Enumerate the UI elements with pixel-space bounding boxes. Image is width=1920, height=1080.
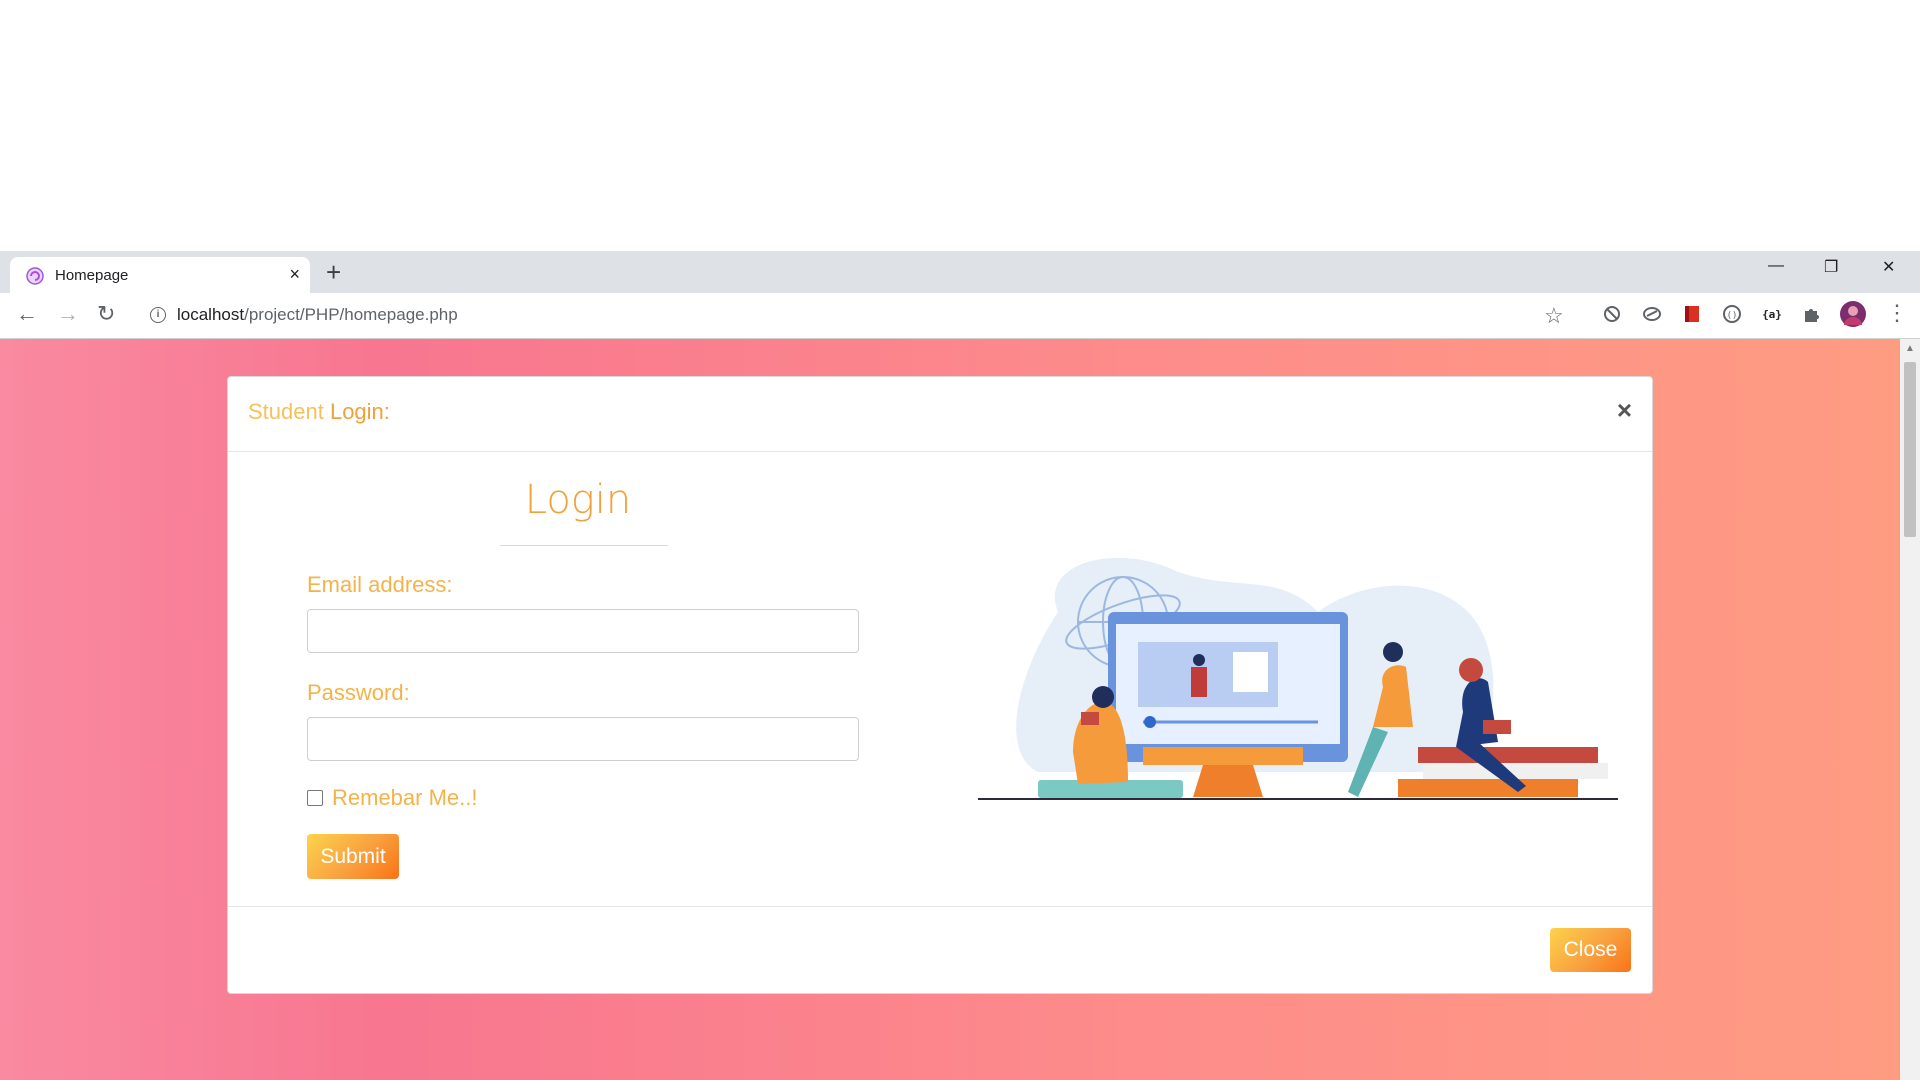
tab-close-icon[interactable]: × [289,264,300,284]
login-heading: Login [524,477,632,523]
bookmark-extension-icon[interactable] [1681,303,1703,325]
address-bar[interactable]: i localhost/project/PHP/homepage.php ☆ [134,297,1584,333]
site-favicon-icon [26,267,44,285]
restore-button[interactable]: ❐ [1824,257,1838,277]
modal-title-student: Student [248,399,324,424]
email-field[interactable] [307,609,859,653]
json-extension-icon[interactable]: {a} [1761,303,1783,325]
tab-homepage[interactable]: Homepage × [10,257,310,293]
code-extension-icon[interactable]: () [1721,303,1743,325]
minimize-button[interactable]: — [1768,257,1784,275]
reload-button[interactable]: ↻ [97,302,115,326]
site-info-icon[interactable]: i [150,307,166,323]
heading-divider [500,545,668,546]
svg-text:(): () [1727,311,1738,321]
menu-kebab-icon[interactable]: ⋮ [1886,301,1908,325]
puzzle-icon[interactable] [1801,303,1823,325]
scroll-thumb[interactable] [1904,362,1916,537]
browser-toolbar: ← → ↻ i localhost/project/PHP/homepage.p… [0,293,1920,339]
url-text[interactable]: localhost/project/PHP/homepage.php [177,305,458,325]
password-label: Password: [307,680,410,705]
avatar[interactable] [1840,301,1866,327]
new-tab-button[interactable]: + [326,259,341,285]
url-host: localhost [177,305,245,324]
online-learning-illustration [978,557,1618,800]
page-background: Student Login: × Login Email address: Pa… [0,339,1900,1080]
svg-text:{a}: {a} [1762,308,1782,321]
modal-title: Student Login: [248,399,390,425]
login-modal: Student Login: × Login Email address: Pa… [227,376,1653,994]
tab-title: Homepage [55,267,129,284]
close-button[interactable]: Close [1550,928,1631,972]
remember-me-checkbox[interactable] [307,790,323,806]
window-close-button[interactable]: ✕ [1882,257,1895,277]
extension-icon[interactable] [1641,303,1663,325]
block-icon[interactable] [1601,303,1623,325]
page-scrollbar[interactable]: ▲ [1900,339,1920,1080]
modal-close-icon[interactable]: × [1617,395,1632,426]
bookmark-star-icon[interactable]: ☆ [1544,303,1564,329]
scroll-up-icon[interactable]: ▲ [1905,343,1915,354]
forward-button[interactable]: → [57,302,79,326]
remember-me-label[interactable]: Remebar Me..! [332,785,478,811]
password-field[interactable] [307,717,859,761]
back-button[interactable]: ← [16,302,38,326]
modal-title-login: Login: [323,399,390,424]
modal-footer-divider [228,906,1652,907]
email-label: Email address: [307,572,453,597]
submit-button[interactable]: Submit [307,834,399,879]
url-path: /project/PHP/homepage.php [244,305,458,324]
modal-header: Student Login: × [228,377,1652,452]
tab-strip: Homepage × + — ❐ ✕ [0,251,1920,293]
